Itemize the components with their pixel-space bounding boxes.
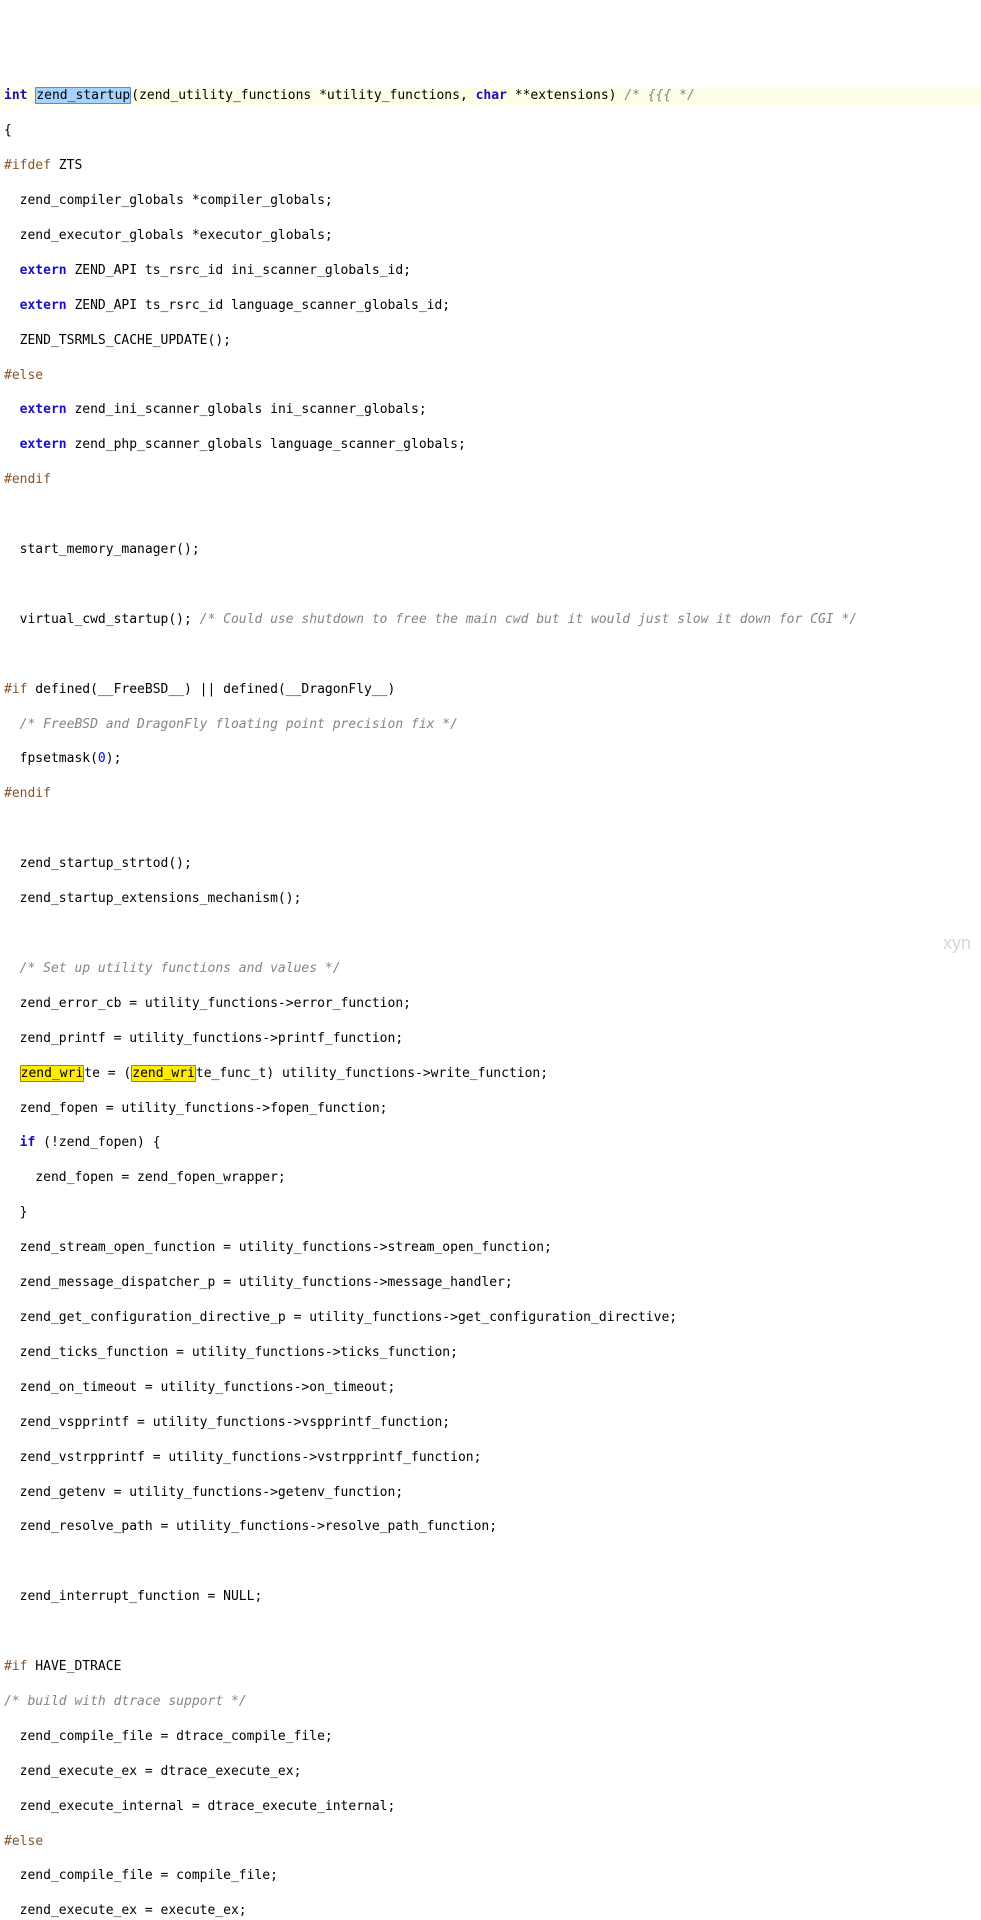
code-line [0, 820, 981, 837]
code-line: #if HAVE_DTRACE [0, 1658, 981, 1675]
code-line: virtual_cwd_startup(); /* Could use shut… [0, 611, 981, 628]
code-line: zend_execute_ex = dtrace_execute_ex; [0, 1763, 981, 1780]
code-line: zend_execute_internal = dtrace_execute_i… [0, 1798, 981, 1815]
comment: /* Could use shutdown to free the main c… [192, 612, 857, 627]
code-line: /* Set up utility functions and values *… [0, 960, 981, 977]
code-line: /* build with dtrace support */ [0, 1693, 981, 1710]
preproc: #endif [4, 472, 51, 487]
keyword-extern: extern [20, 402, 67, 417]
code-line: start_memory_manager(); [0, 541, 981, 558]
code-line: zend_message_dispatcher_p = utility_func… [0, 1274, 981, 1291]
code-line: zend_startup_extensions_mechanism(); [0, 890, 981, 907]
number: 0 [98, 751, 106, 766]
keyword-extern: extern [20, 298, 67, 313]
code-line: #else [0, 1833, 981, 1850]
preproc: #endif [4, 786, 51, 801]
code-line: zend_compile_file = compile_file; [0, 1867, 981, 1884]
code-line: zend_error_cb = utility_functions->error… [0, 995, 981, 1012]
code-line: extern ZEND_API ts_rsrc_id ini_scanner_g… [0, 262, 981, 279]
code-line: zend_fopen = utility_functions->fopen_fu… [0, 1100, 981, 1117]
code-line [0, 506, 981, 523]
code-line: int zend_startup(zend_utility_functions … [0, 87, 981, 104]
code-line: fpsetmask(0); [0, 750, 981, 767]
code-line: zend_execute_ex = execute_ex; [0, 1902, 981, 1919]
code-line: #else [0, 367, 981, 384]
code-line: zend_compiler_globals *compiler_globals; [0, 192, 981, 209]
code-line [0, 646, 981, 663]
code-line: zend_vspprintf = utility_functions->vspp… [0, 1414, 981, 1431]
code-line: { [0, 122, 981, 139]
preproc: #if [4, 682, 27, 697]
keyword-if: if [20, 1135, 36, 1150]
code-line: zend_getenv = utility_functions->getenv_… [0, 1484, 981, 1501]
keyword-extern: extern [20, 263, 67, 278]
code-line [0, 1623, 981, 1640]
code-line: extern zend_ini_scanner_globals ini_scan… [0, 401, 981, 418]
code-line: zend_executor_globals *executor_globals; [0, 227, 981, 244]
code-line: zend_interrupt_function = NULL; [0, 1588, 981, 1605]
code-line: #endif [0, 471, 981, 488]
search-highlight: zend_wri [131, 1065, 196, 1082]
code-line: zend_printf = utility_functions->printf_… [0, 1030, 981, 1047]
comment: /* FreeBSD and DragonFly floating point … [4, 717, 458, 732]
code-line [0, 576, 981, 593]
code-line: zend_resolve_path = utility_functions->r… [0, 1518, 981, 1535]
comment: /* build with dtrace support */ [4, 1694, 247, 1709]
code-line: zend_get_configuration_directive_p = uti… [0, 1309, 981, 1326]
comment: /* Set up utility functions and values *… [4, 961, 341, 976]
keyword-int: int [4, 88, 27, 103]
code-line: extern ZEND_API ts_rsrc_id language_scan… [0, 297, 981, 314]
code-line: zend_vstrpprintf = utility_functions->vs… [0, 1449, 981, 1466]
preproc: #if [4, 1659, 27, 1674]
code-line: #ifdef ZTS [0, 157, 981, 174]
preproc: #else [4, 1834, 43, 1849]
code-line: zend_on_timeout = utility_functions->on_… [0, 1379, 981, 1396]
code-line: zend_startup_strtod(); [0, 855, 981, 872]
search-highlight: zend_wri [20, 1065, 85, 1082]
preproc: #ifdef [4, 158, 51, 173]
code-line: zend_write = (zend_write_func_t) utility… [0, 1065, 981, 1082]
code-line [0, 1553, 981, 1570]
code-line: #endif [0, 785, 981, 802]
code-editor[interactable]: int zend_startup(zend_utility_functions … [0, 70, 981, 1920]
keyword-char: char [476, 88, 507, 103]
code-line: ZEND_TSRMLS_CACHE_UPDATE(); [0, 332, 981, 349]
code-line [0, 925, 981, 942]
comment: /* {{{ */ [617, 88, 695, 103]
code-line: zend_fopen = zend_fopen_wrapper; [0, 1169, 981, 1186]
code-line: zend_compile_file = dtrace_compile_file; [0, 1728, 981, 1745]
selected-fn-name[interactable]: zend_startup [35, 87, 131, 104]
code-line: } [0, 1204, 981, 1221]
code-line: zend_stream_open_function = utility_func… [0, 1239, 981, 1256]
code-line: /* FreeBSD and DragonFly floating point … [0, 716, 981, 733]
code-line: extern zend_php_scanner_globals language… [0, 436, 981, 453]
code-line: #if defined(__FreeBSD__) || defined(__Dr… [0, 681, 981, 698]
preproc: #else [4, 368, 43, 383]
keyword-extern: extern [20, 437, 67, 452]
code-line: zend_ticks_function = utility_functions-… [0, 1344, 981, 1361]
code-line: if (!zend_fopen) { [0, 1134, 981, 1151]
